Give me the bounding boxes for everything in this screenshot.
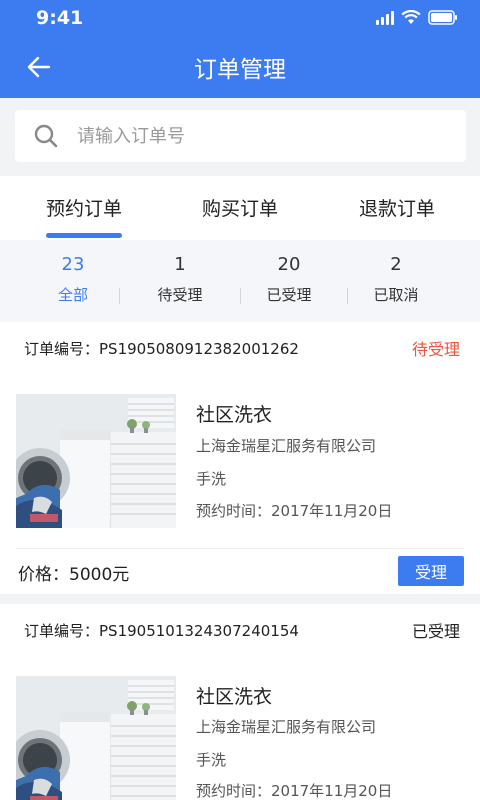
order-price: 价格：5000元 [18,565,130,585]
app-header: 9:41 订单管理 [0,0,480,98]
search-section [0,98,480,176]
service-title: 社区洗衣 [196,404,273,426]
status-filter-bar: 23 全部 1 待受理 20 已受理 2 已取消 [0,240,480,322]
filter-divider [119,288,120,304]
search-input[interactable] [77,110,447,162]
filter-accepted-count: 20 [277,254,301,275]
filter-accepted[interactable]: 20 已受理 [234,254,344,305]
card-divider [16,548,464,549]
order-number: 订单编号：PS1905080912382001262 [24,338,464,359]
service-thumbnail [16,676,176,800]
service-type: 手洗 [196,470,227,488]
wifi-icon [401,9,421,25]
filter-all[interactable]: 23 全部 [18,254,128,305]
tab-purchase-orders[interactable]: 购买订单 [202,194,278,221]
order-number-value: PS1905101324307240154 [99,622,299,640]
filter-all-label: 全部 [57,286,88,304]
status-bar: 9:41 [0,0,480,36]
order-number-label: 订单编号： [24,340,100,358]
filter-pending[interactable]: 1 待受理 [125,254,235,305]
appointment-time: 预约时间：2017年11月20日 [196,502,393,520]
appointment-time: 预约时间：2017年11月20日 [196,782,393,800]
service-type: 手洗 [196,751,227,769]
filter-cancelled-count: 2 [390,254,402,275]
order-number: 订单编号：PS1905101324307240154 [24,620,464,641]
service-thumbnail [16,394,176,528]
filter-accepted-label: 已受理 [266,286,312,304]
search-icon [34,124,58,148]
status-time: 9:41 [36,7,84,29]
order-number-label: 订单编号： [24,622,100,640]
battery-icon [428,9,458,25]
order-card[interactable]: 订单编号：PS1905080912382001262 待受理 社区洗衣 上海金瑞… [0,322,480,594]
order-number-value: PS1905080912382001262 [99,340,299,358]
order-card[interactable]: 订单编号：PS1905101324307240154 已受理 社区洗衣 上海金瑞… [0,604,480,800]
service-company: 上海金瑞星汇服务有限公司 [196,437,377,455]
filter-cancelled[interactable]: 2 已取消 [341,254,451,305]
filter-pending-label: 待受理 [157,286,203,304]
cellular-signal-icon [376,9,394,25]
order-type-tabs: 预约订单 购买订单 退款订单 [0,176,480,240]
status-icons [376,9,458,25]
page-title: 订单管理 [194,57,286,83]
tab-refund-orders[interactable]: 退款订单 [359,194,435,221]
search-box[interactable] [15,110,466,162]
filter-pending-count: 1 [174,254,186,275]
active-tab-indicator [46,233,122,238]
filter-all-count: 23 [61,254,85,275]
accept-order-button[interactable]: 受理 [398,556,464,586]
service-title: 社区洗衣 [196,686,273,708]
filter-cancelled-label: 已取消 [373,286,419,304]
tab-appointment-orders[interactable]: 预约订单 [46,194,122,221]
order-status-badge: 待受理 [411,340,460,359]
service-company: 上海金瑞星汇服务有限公司 [196,718,377,736]
order-status-badge: 已受理 [411,622,460,641]
